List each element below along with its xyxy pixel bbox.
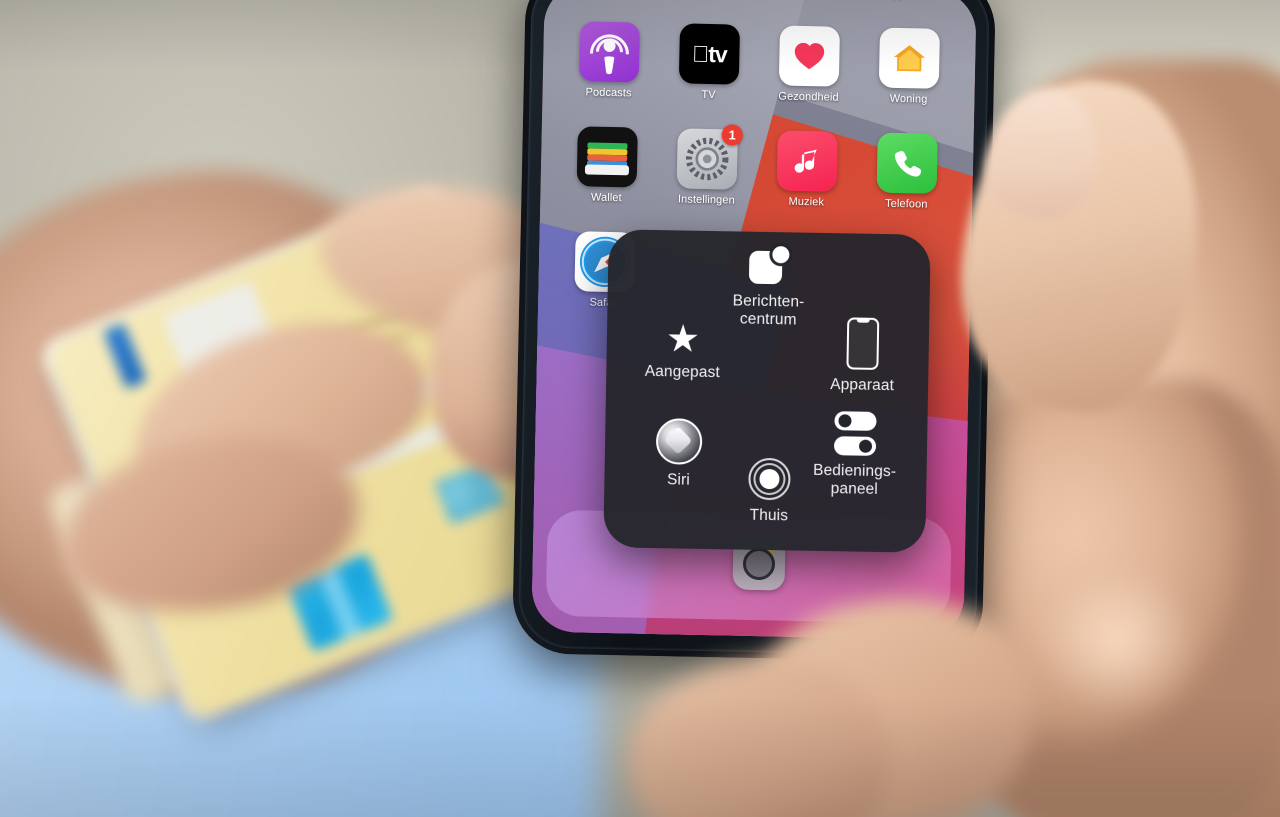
app-icon-wrap bbox=[778, 25, 841, 87]
wallet-icon bbox=[576, 126, 638, 188]
assistive-touch-menu[interactable]: Berichten- centrum ★ Aangepast Apparaat … bbox=[603, 229, 931, 553]
app-podcasts[interactable]: Podcasts bbox=[558, 21, 660, 100]
device-phone-icon bbox=[846, 317, 880, 370]
app-icon-wrap bbox=[876, 132, 938, 194]
app-label: TV bbox=[701, 88, 716, 102]
toggle-knob bbox=[858, 439, 873, 453]
apple-tv-icon: tv bbox=[678, 23, 741, 85]
app-telefoon[interactable]: Telefoon bbox=[856, 132, 958, 211]
home-button-core bbox=[759, 468, 780, 490]
assistive-touch-item-label: Thuis bbox=[749, 506, 789, 525]
notification-center-icon bbox=[748, 246, 790, 287]
star-icon: ★ bbox=[665, 318, 701, 361]
app-app-store[interactable]: App Store bbox=[861, 0, 963, 1]
music-note-icon bbox=[794, 149, 817, 173]
music-icon bbox=[776, 130, 838, 192]
app-icon-wrap: 1 bbox=[676, 124, 743, 190]
assistive-touch-item-label: Apparaat bbox=[830, 376, 895, 395]
assistive-touch-item-label: Aangepast bbox=[644, 362, 720, 382]
app-label: Instellingen bbox=[677, 193, 735, 207]
screenshot-stage: Notities Aandelen bbox=[0, 0, 1280, 817]
app-gezondheid[interactable]: Gezondheid bbox=[758, 25, 860, 104]
app-icon-wrap bbox=[576, 126, 638, 188]
card-blue-bar bbox=[103, 323, 147, 389]
control-center-toggles-icon bbox=[832, 411, 879, 456]
podcasts-icon bbox=[578, 21, 641, 83]
app-icon-wrap: tv bbox=[678, 23, 741, 85]
app-icon-wrap bbox=[776, 130, 838, 192]
assistive-touch-item-device[interactable]: Apparaat bbox=[802, 317, 923, 396]
assistive-touch-ring-icon bbox=[742, 547, 776, 581]
app-label: Muziek bbox=[788, 195, 825, 209]
app-instellingen[interactable]: 1 Instellingen bbox=[656, 124, 758, 207]
app-woning[interactable]: Woning bbox=[858, 27, 960, 106]
wallet-cards-icon bbox=[584, 142, 630, 176]
app-label: Telefoon bbox=[884, 197, 928, 211]
handset-icon bbox=[894, 151, 922, 177]
app-wallet[interactable]: Wallet bbox=[556, 126, 658, 205]
app-label: Wallet bbox=[590, 191, 622, 205]
app-label: Woning bbox=[889, 92, 928, 106]
assistive-touch-item-custom[interactable]: ★ Aangepast bbox=[622, 318, 743, 382]
assistive-touch-item-label: Siri bbox=[666, 471, 690, 489]
toggle-off-icon bbox=[834, 411, 877, 431]
house-icon bbox=[893, 45, 925, 72]
app-muziek[interactable]: Muziek bbox=[756, 130, 858, 209]
app-icon-wrap bbox=[878, 27, 940, 89]
app-label: App Store bbox=[886, 0, 936, 1]
app-label: Podcasts bbox=[585, 86, 632, 100]
right-hand-knuckle-highlight bbox=[1020, 560, 1240, 760]
podcasts-glyph-icon bbox=[589, 34, 629, 75]
app-tv[interactable]: tv TV bbox=[658, 23, 760, 102]
label-line-2: centrum bbox=[739, 310, 797, 329]
app-label: Gezondheid bbox=[778, 90, 839, 104]
home-app-icon bbox=[878, 27, 940, 89]
toggle-on-icon bbox=[833, 436, 877, 456]
label-line-1: Berichten- bbox=[732, 292, 805, 311]
notification-badge-dot bbox=[772, 246, 790, 264]
siri-orb-icon bbox=[655, 418, 703, 465]
toggle-knob bbox=[838, 414, 852, 428]
assistive-touch-item-home[interactable]: Thuis bbox=[709, 457, 830, 526]
health-icon bbox=[778, 25, 841, 87]
label-line-2: paneel bbox=[830, 480, 879, 498]
home-button-icon bbox=[748, 457, 791, 501]
app-icon-wrap bbox=[578, 21, 641, 83]
phone-icon bbox=[876, 132, 938, 194]
heart-icon bbox=[794, 42, 825, 70]
status-badge: 1 bbox=[721, 124, 743, 146]
